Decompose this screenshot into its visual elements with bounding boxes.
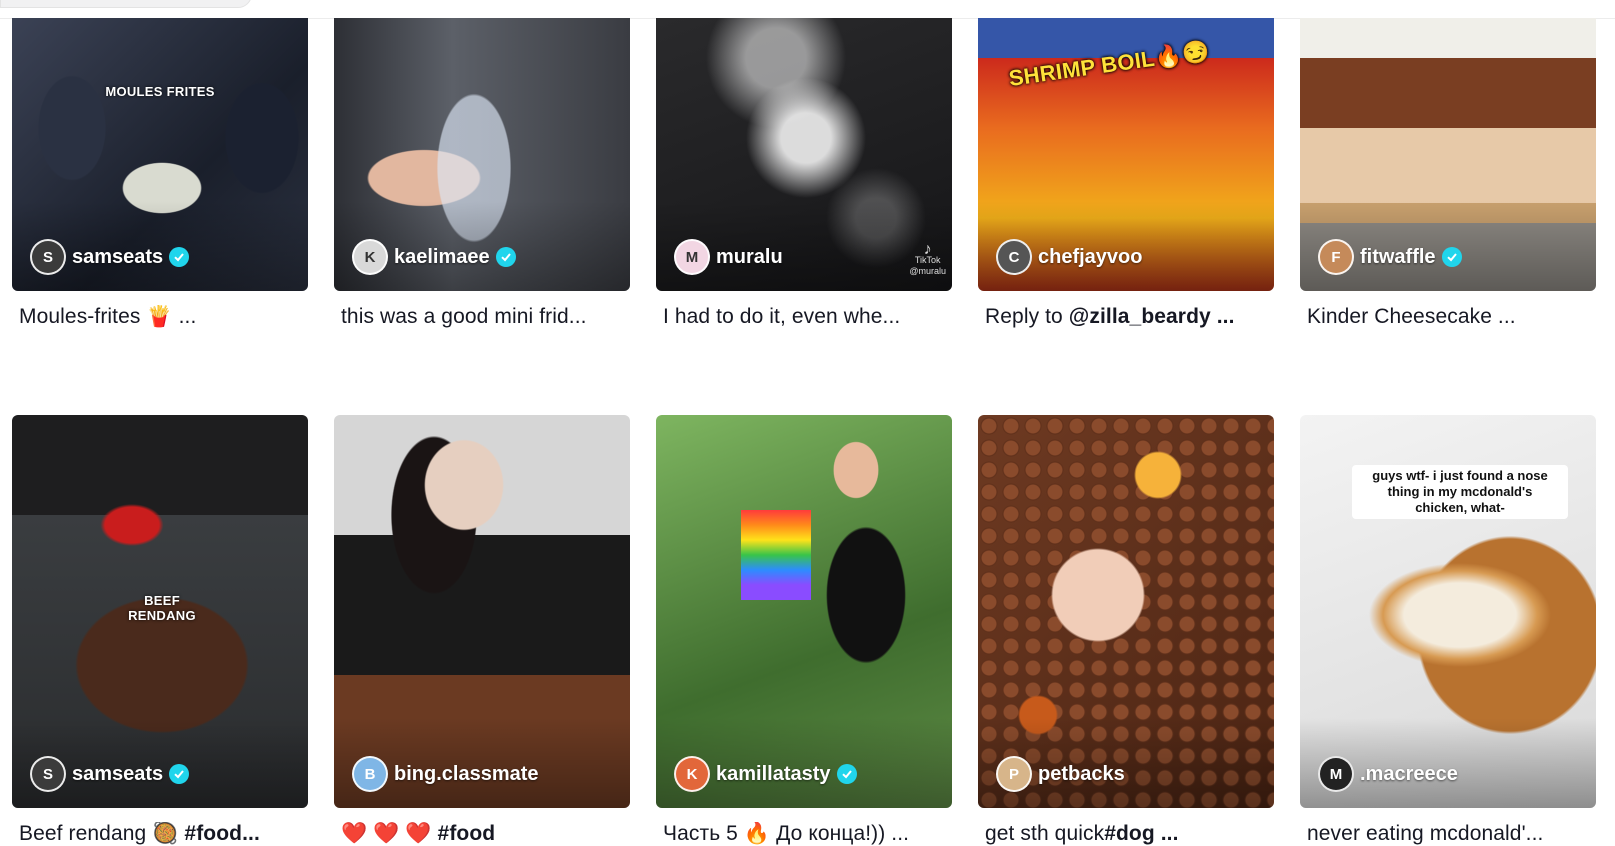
video-thumbnail[interactable]: B bing.classmate (334, 415, 630, 808)
avatar[interactable]: P (996, 756, 1032, 792)
video-thumbnail[interactable]: K kaelimaee (334, 18, 630, 291)
video-thumbnail[interactable]: MOULES FRITES S samseats (12, 18, 308, 291)
description-text: get sth quick (985, 822, 1105, 845)
description-text: never eating mcdonald'... (1307, 822, 1544, 845)
video-card[interactable]: MOULES FRITES S samseats Moules-frites 🍟… (12, 18, 308, 367)
watermark-handle: @muralu (909, 266, 946, 276)
video-description[interactable]: never eating mcdonald'... (1307, 822, 1597, 846)
video-card[interactable]: F fitwaffle Kinder Cheesecake ... (1300, 18, 1596, 367)
thumbnail-overlay-text: BEEF RENDANG (128, 593, 196, 623)
watermark-brand: TikTok (914, 255, 941, 265)
author-username[interactable]: bing.classmate (394, 763, 539, 786)
video-description[interactable]: Reply to @zilla_beardy ... (985, 305, 1275, 329)
video-thumbnail[interactable]: K kamillatasty (656, 415, 952, 808)
top-bar (0, 0, 1615, 19)
video-thumbnail[interactable]: guys wtf- i just found a nose thing in m… (1300, 415, 1596, 808)
avatar[interactable]: K (674, 756, 710, 792)
description-text: I had to do it, even whe... (663, 305, 901, 328)
author-info[interactable]: P petbacks (996, 756, 1125, 792)
description-text: Kinder Cheesecake ... (1307, 305, 1516, 328)
avatar[interactable]: B (352, 756, 388, 792)
video-description[interactable]: Beef rendang 🥘 #food... (19, 822, 309, 846)
author-info[interactable]: K kaelimaee (352, 239, 516, 275)
description-text: Reply to (985, 305, 1069, 328)
verified-check-icon (1441, 247, 1462, 267)
video-description[interactable]: Kinder Cheesecake ... (1307, 305, 1597, 329)
verified-check-icon (836, 764, 857, 784)
avatar[interactable]: C (996, 239, 1032, 275)
author-info[interactable]: M muralu (674, 239, 783, 275)
description-text: ❤️ ❤️ ❤️ (341, 822, 438, 845)
video-thumbnail[interactable]: F fitwaffle (1300, 18, 1596, 291)
author-info[interactable]: B bing.classmate (352, 756, 539, 792)
description-text: Beef rendang 🥘 (19, 822, 185, 845)
video-description[interactable]: I had to do it, even whe... (663, 305, 953, 329)
video-card[interactable]: P petbacks get sth quick#dog ... (978, 415, 1274, 845)
video-card[interactable]: BEEF RENDANG S samseats Beef rendang 🥘 #… (12, 415, 308, 845)
video-description[interactable]: ❤️ ❤️ ❤️ #food (341, 822, 631, 846)
video-thumbnail[interactable]: SHRIMP BOIL🔥😏 C chefjayvoo (978, 18, 1274, 291)
avatar[interactable]: M (674, 239, 710, 275)
video-grid: MOULES FRITES S samseats Moules-frites 🍟… (12, 18, 1596, 845)
description-mention[interactable]: @zilla_beardy ... (1069, 305, 1235, 328)
verified-check-icon (169, 247, 190, 267)
author-info[interactable]: S samseats (30, 239, 190, 275)
video-card[interactable]: SHRIMP BOIL🔥😏 C chefjayvoo Reply to @zil… (978, 18, 1274, 367)
author-username[interactable]: samseats (72, 246, 163, 269)
author-username[interactable]: fitwaffle (1360, 246, 1436, 269)
author-username[interactable]: .macreece (1360, 763, 1458, 786)
author-info[interactable]: F fitwaffle (1318, 239, 1462, 275)
video-card[interactable]: K kaelimaee this was a good mini frid... (334, 18, 630, 367)
author-info[interactable]: S samseats (30, 756, 190, 792)
author-username[interactable]: chefjayvoo (1038, 246, 1142, 269)
description-text: Часть 5 🔥 До конца!)) ... (663, 822, 910, 845)
tiktok-watermark: ♪ TikTok @muralu (909, 241, 946, 277)
avatar[interactable]: F (1318, 239, 1354, 275)
video-thumbnail[interactable]: M muralu ♪ TikTok @muralu (656, 18, 952, 291)
video-description[interactable]: get sth quick#dog ... (985, 822, 1275, 846)
avatar[interactable]: K (352, 239, 388, 275)
author-username[interactable]: kamillatasty (716, 763, 831, 786)
video-card[interactable]: K kamillatasty Часть 5 🔥 До конца!)) ... (656, 415, 952, 845)
author-username[interactable]: muralu (716, 246, 783, 269)
video-thumbnail[interactable]: BEEF RENDANG S samseats (12, 415, 308, 808)
author-info[interactable]: C chefjayvoo (996, 239, 1142, 275)
video-thumbnail[interactable]: P petbacks (978, 415, 1274, 808)
thumbnail-overlay-text: MOULES FRITES (105, 84, 215, 99)
author-info[interactable]: K kamillatasty (674, 756, 857, 792)
author-username[interactable]: kaelimaee (394, 246, 490, 269)
video-card[interactable]: B bing.classmate ❤️ ❤️ ❤️ #food (334, 415, 630, 845)
description-hashtag[interactable]: #food... (184, 822, 259, 845)
avatar[interactable]: S (30, 756, 66, 792)
search-bar-edge[interactable] (0, 0, 252, 8)
description-hashtag[interactable]: #food (438, 822, 496, 845)
author-info[interactable]: M .macreece (1318, 756, 1458, 792)
author-username[interactable]: petbacks (1038, 763, 1125, 786)
video-card[interactable]: guys wtf- i just found a nose thing in m… (1300, 415, 1596, 845)
description-hashtag[interactable]: #dog ... (1104, 822, 1178, 845)
avatar[interactable]: M (1318, 756, 1354, 792)
video-card[interactable]: M muralu ♪ TikTok @muralu I had to do it… (656, 18, 952, 367)
thumbnail-caption: guys wtf- i just found a nose thing in m… (1352, 465, 1568, 519)
thumbnail-overlay-text: SHRIMP BOIL🔥😏 (1007, 38, 1212, 91)
video-description[interactable]: Часть 5 🔥 До конца!)) ... (663, 822, 953, 846)
avatar[interactable]: S (30, 239, 66, 275)
description-text: this was a good mini frid... (341, 305, 587, 328)
video-description[interactable]: Moules-frites 🍟 ... (19, 305, 309, 329)
tiktok-note-icon: ♪ (923, 241, 932, 258)
author-username[interactable]: samseats (72, 763, 163, 786)
verified-check-icon (495, 247, 516, 267)
verified-check-icon (169, 764, 190, 784)
video-description[interactable]: this was a good mini frid... (341, 305, 631, 329)
description-text: Moules-frites 🍟 ... (19, 305, 197, 328)
